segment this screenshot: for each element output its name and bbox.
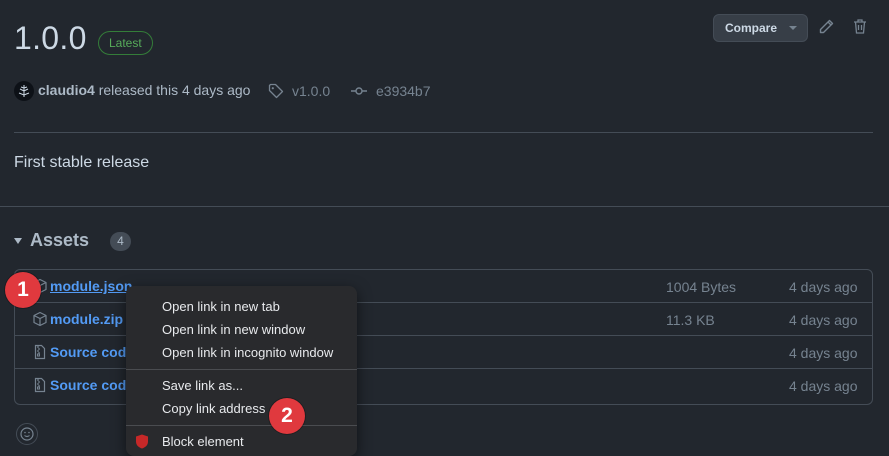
delete-button[interactable] [852, 18, 868, 40]
menu-item-open-new-tab[interactable]: Open link in new tab [126, 295, 357, 318]
asset-name: module.zip [50, 311, 124, 327]
git-commit-icon [351, 87, 367, 95]
divider [0, 206, 889, 207]
context-menu: Open link in new tab Open link in new wi… [126, 286, 357, 456]
avatar-image-icon [18, 85, 30, 97]
assets-count-badge: 4 [110, 232, 131, 251]
menu-item-open-new-window[interactable]: Open link in new window [126, 318, 357, 341]
asset-link-source-zip[interactable]: Source code [32, 344, 134, 360]
asset-link-module-json[interactable]: module.json [32, 278, 132, 294]
menu-item-block-element[interactable]: Block element [126, 430, 357, 453]
tag-icon [268, 83, 284, 99]
asset-size: 11.3 KB [666, 312, 715, 328]
asset-size: 1004 Bytes [666, 279, 737, 295]
add-reaction-button[interactable] [16, 423, 38, 445]
step-marker-2: 2 [269, 398, 305, 434]
release-title: 1.0.0 [14, 20, 87, 56]
assets-toggle[interactable]: Assets [14, 230, 89, 251]
menu-item-label: Block element [162, 434, 244, 449]
commit-link[interactable]: e3934b7 [351, 83, 431, 99]
triangle-down-icon [14, 237, 22, 244]
asset-link-module-zip[interactable]: module.zip [32, 311, 123, 327]
compare-button[interactable]: Compare [713, 14, 808, 42]
tag-label: v1.0.0 [292, 83, 331, 99]
step-marker-1: 1 [5, 272, 41, 308]
asset-name: module.json [50, 278, 133, 294]
menu-separator [126, 369, 357, 370]
shield-icon [136, 434, 148, 449]
asset-date: 4 days ago [789, 345, 858, 361]
latest-badge: Latest [98, 31, 153, 55]
menu-item-save-link-as[interactable]: Save link as... [126, 374, 357, 397]
package-icon [33, 311, 47, 327]
release-notes: First stable release [14, 154, 150, 171]
commit-label: e3934b7 [376, 83, 431, 99]
menu-item-copy-link-address[interactable]: Copy link address [126, 397, 357, 420]
released-text: released this 4 days ago [98, 82, 251, 98]
asset-name: Source code [50, 344, 135, 360]
pencil-icon [819, 19, 834, 34]
asset-link-source-targz[interactable]: Source code [32, 377, 134, 393]
asset-date: 4 days ago [789, 312, 858, 328]
chevron-down-icon [789, 26, 798, 30]
menu-item-open-incognito[interactable]: Open link in incognito window [126, 341, 357, 364]
trash-icon [854, 19, 866, 34]
divider [14, 132, 873, 133]
smiley-icon [20, 427, 34, 441]
avatar[interactable] [14, 81, 34, 101]
file-zip-icon [34, 377, 46, 393]
asset-name: Source code [50, 377, 135, 393]
file-zip-icon [34, 344, 46, 360]
compare-label: Compare [725, 21, 778, 35]
tag-link[interactable]: v1.0.0 [268, 83, 330, 99]
assets-heading: Assets [30, 230, 90, 250]
asset-date: 4 days ago [789, 378, 858, 394]
asset-date: 4 days ago [789, 279, 858, 295]
release-author-line: claudio4 released this 4 days ago [38, 82, 250, 98]
menu-separator [126, 425, 357, 426]
edit-button[interactable] [818, 19, 834, 40]
author-link[interactable]: claudio4 [38, 82, 95, 98]
